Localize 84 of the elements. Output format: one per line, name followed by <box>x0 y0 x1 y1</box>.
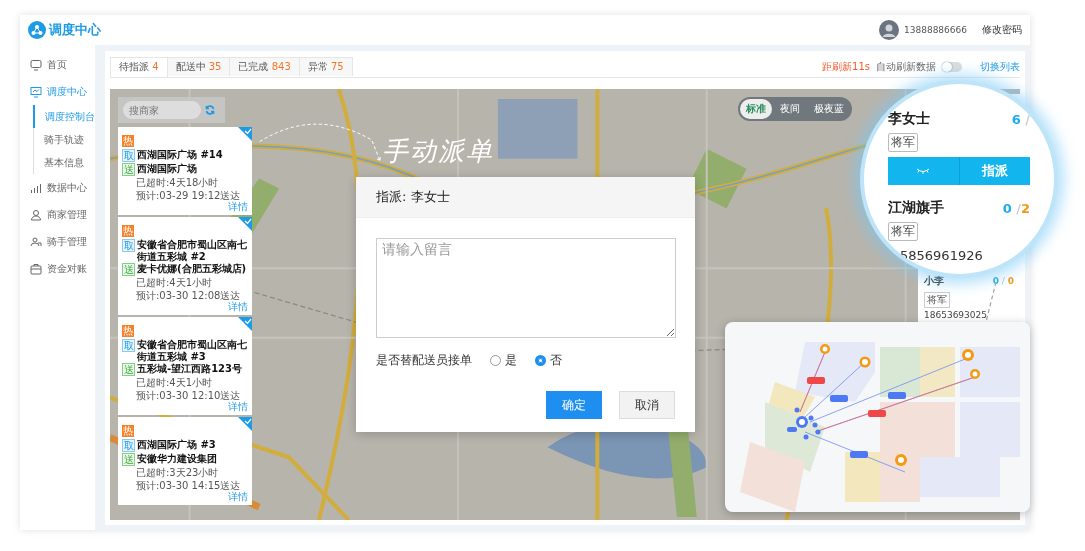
tab[interactable]: 异常 75 <box>298 57 353 76</box>
merchant-search-field[interactable]: 搜商家 <box>123 101 201 119</box>
rider-rank: 将军 <box>888 133 918 152</box>
order-card[interactable]: 热 取 西湖国际广场 #3 送 安徽华力建设集团 已超时:3天23小时 预计:03-30 14:15送达 详情 <box>118 417 252 505</box>
dropoff-mark: 送 <box>122 163 135 176</box>
map-style-option[interactable]: 极夜蓝 <box>808 99 850 119</box>
app-title: 调度中心 <box>49 21 101 39</box>
order-count: 6 / <box>1011 111 1030 127</box>
change-password-link[interactable]: 修改密码 <box>982 23 1022 37</box>
radio-option[interactable]: 否 <box>535 352 562 369</box>
pickup-mark: 取 <box>122 149 135 162</box>
rider-name: 李女士 <box>888 110 930 128</box>
wallet-icon <box>30 262 42 275</box>
pickup-mark: 取 <box>122 239 135 252</box>
rider-name: 江湖旗手 <box>888 199 944 217</box>
logo-icon <box>28 21 46 39</box>
auto-refresh-toggle[interactable] <box>942 62 962 72</box>
tab[interactable]: 配送中 35 <box>166 57 231 76</box>
estimated-delivery: 预计:03-30 14:15送达 <box>135 479 242 491</box>
confirm-button[interactable]: 确定 <box>546 391 602 419</box>
rider-rank: 将军 <box>924 292 950 308</box>
pickup-mark: 取 <box>122 439 135 452</box>
tab[interactable]: 待指派 4 <box>110 57 168 77</box>
estimated-delivery: 预计:03-29 19:12送达 <box>135 189 242 201</box>
auto-refresh-label: 自动刷新数据 <box>876 60 936 74</box>
rider-name: 小李 <box>924 274 944 288</box>
dropoff-address: 西湖国际广场 <box>137 163 197 175</box>
overdue-time: 已超时:3天23小时 <box>135 467 220 479</box>
chart-icon <box>30 181 42 194</box>
user-phone: 13888886666 <box>904 25 967 35</box>
pickup-address: 安徽省合肥市蜀山区南七街道五彩城 #3 <box>137 339 248 362</box>
rider-phone: 18653693025 <box>924 310 988 320</box>
sidebar-subitem[interactable]: 骑手轨迹 <box>34 128 95 151</box>
tab[interactable]: 已完成 843 <box>229 57 300 76</box>
take-order-question: 是否替配送员接单 <box>376 352 472 369</box>
sidebar-item[interactable]: 资金对账 <box>20 255 95 282</box>
cancel-button[interactable]: 取消 <box>619 391 675 419</box>
pickup-address: 西湖国际广场 #3 <box>137 439 216 451</box>
overdue-time: 已超时:4天1小时 <box>135 377 214 389</box>
dropoff-mark: 送 <box>122 263 135 276</box>
pickup-mark: 取 <box>122 339 135 352</box>
estimated-delivery: 预计:03-30 12:10送达 <box>135 389 242 401</box>
avatar-icon[interactable] <box>879 20 899 40</box>
message-field[interactable]: 请输入留言 <box>376 238 676 338</box>
radio-option[interactable]: 是 <box>490 352 517 369</box>
handwritten-caption: 手动派单 <box>382 135 494 168</box>
dropoff-mark: 送 <box>122 453 135 466</box>
sidebar-item[interactable]: 商家管理 <box>20 201 95 228</box>
pickup-address: 西湖国际广场 #14 <box>137 149 223 161</box>
user-icon <box>30 208 42 221</box>
refresh-icon[interactable] <box>205 105 215 115</box>
dropoff-address: 安徽华力建设集团 <box>137 453 217 465</box>
closed-eye-icon <box>916 168 931 174</box>
order-count: 0 / 0 <box>992 276 1014 286</box>
hide-button[interactable] <box>888 157 959 185</box>
monitor-icon <box>30 85 42 98</box>
pickup-address: 安徽省合肥市蜀山区南七街道五彩城 #2 <box>137 239 248 262</box>
dialog-title: 指派: 李女士 <box>376 188 450 206</box>
dropoff-mark: 送 <box>122 363 135 376</box>
rider-phone: 5856961926 <box>899 248 984 263</box>
home-icon <box>30 58 42 71</box>
overdue-time: 已超时:4天18小时 <box>135 177 220 189</box>
estimated-delivery: 预计:03-30 12:08送达 <box>135 289 242 301</box>
overdue-time: 已超时:4天1小时 <box>135 277 214 289</box>
order-count: 0 /2 <box>1002 200 1030 216</box>
sidebar-item[interactable]: 数据中心 <box>20 174 95 201</box>
order-card[interactable]: 热 取 安徽省合肥市蜀山区南七街道五彩城 #2 送 麦卡优娜(合肥五彩城店) 已超时:4天1小时 预计:03-30 12:08送达 详情 <box>118 217 252 315</box>
hot-badge: 热 <box>122 325 134 337</box>
sidebar-item[interactable]: 首页 <box>20 51 95 78</box>
map-style-option[interactable]: 夜间 <box>774 99 806 119</box>
dropoff-address: 五彩城-望江西路123号 <box>137 363 243 375</box>
order-card[interactable]: 热 取 西湖国际广场 #14 送 西湖国际广场 已超时:4天18小时 预计:03-29 19:12送达 详情 <box>118 127 252 215</box>
order-card[interactable]: 热 取 安徽省合肥市蜀山区南七街道五彩城 #3 送 五彩城-望江西路123号 已超时:4天1小时 预计:03-30 12:10送达 详情 <box>118 317 252 415</box>
rider-rank: 将军 <box>888 222 918 241</box>
refresh-countdown: 距刷新11s <box>822 60 870 74</box>
hot-badge: 热 <box>122 425 134 437</box>
dashed-connector <box>985 282 997 322</box>
dropoff-address: 麦卡优娜(合肥五彩城店) <box>137 263 247 275</box>
hot-badge: 热 <box>122 135 134 147</box>
hot-badge: 热 <box>122 225 134 237</box>
map-style-option[interactable]: 标准 <box>740 99 772 119</box>
sidebar-item[interactable]: 骑手管理 <box>20 228 95 255</box>
sidebar-subitem[interactable]: 基本信息 <box>34 151 95 174</box>
rider-icon <box>30 235 42 248</box>
